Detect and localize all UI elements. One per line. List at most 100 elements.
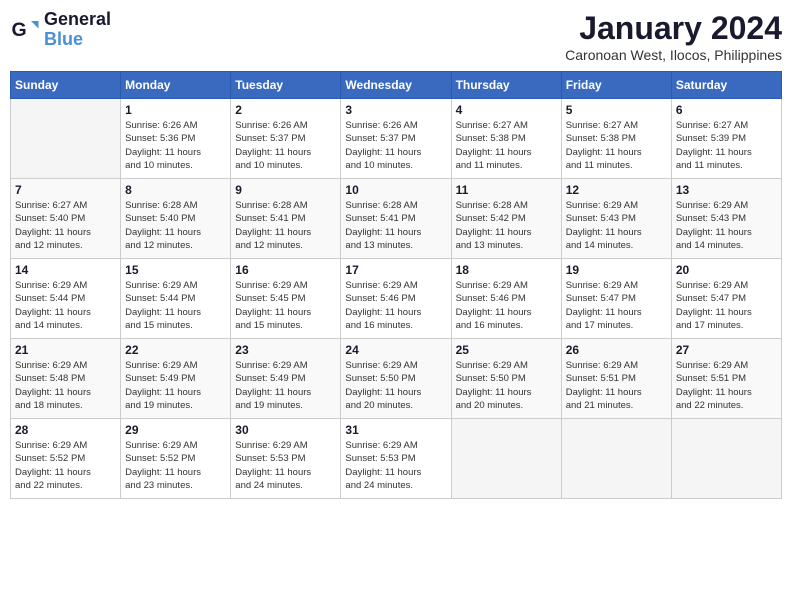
day-info: Sunrise: 6:29 AM Sunset: 5:47 PM Dayligh…	[566, 279, 667, 332]
calendar-day: 5Sunrise: 6:27 AM Sunset: 5:38 PM Daylig…	[561, 99, 671, 179]
calendar-day: 30 Sunrise: 6:29 AM Sunset: 5:53 PM Dayli…	[231, 419, 341, 499]
calendar-week-row: 7 Sunrise: 6:27 AM Sunset: 5:40 PM Daylig…	[11, 179, 782, 259]
day-number: 28	[15, 423, 116, 437]
calendar-day: 10Sunrise: 6:28 AM Sunset: 5:41 PM Dayli…	[341, 179, 451, 259]
header-row: SundayMondayTuesdayWednesdayThursdayFrid…	[11, 72, 782, 99]
calendar-day: 9Sunrise: 6:28 AM Sunset: 5:41 PM Daylig…	[231, 179, 341, 259]
calendar-day: 31 Sunrise: 6:29 AM Sunset: 5:53 PM Dayli…	[341, 419, 451, 499]
day-number: 23	[235, 343, 336, 357]
svg-text:G: G	[12, 19, 27, 41]
day-number: 19	[566, 263, 667, 277]
calendar-day	[671, 419, 781, 499]
calendar-day: 14Sunrise: 6:29 AM Sunset: 5:44 PM Dayli…	[11, 259, 121, 339]
calendar-day: 28 Sunrise: 6:29 AM Sunset: 5:52 PM Dayli…	[11, 419, 121, 499]
calendar-day: 23 Sunrise: 6:29 AM Sunset: 5:49 PM Dayli…	[231, 339, 341, 419]
calendar-day: 6 Sunrise: 6:27 AM Sunset: 5:39 PM Daylig…	[671, 99, 781, 179]
day-info: Sunrise: 6:27 AM Sunset: 5:40 PM Dayligh…	[15, 199, 116, 252]
day-info: Sunrise: 6:29 AM Sunset: 5:44 PM Dayligh…	[125, 279, 226, 332]
day-info: Sunrise: 6:28 AM Sunset: 5:41 PM Dayligh…	[345, 199, 446, 252]
calendar-week-row: 14Sunrise: 6:29 AM Sunset: 5:44 PM Dayli…	[11, 259, 782, 339]
day-number: 30	[235, 423, 336, 437]
header-day: Friday	[561, 72, 671, 99]
day-info: Sunrise: 6:29 AM Sunset: 5:53 PM Dayligh…	[345, 439, 446, 492]
day-info: Sunrise: 6:29 AM Sunset: 5:50 PM Dayligh…	[456, 359, 557, 412]
calendar-day: 25 Sunrise: 6:29 AM Sunset: 5:50 PM Dayli…	[451, 339, 561, 419]
month-title: January 2024	[565, 10, 782, 47]
calendar-day: 21Sunrise: 6:29 AM Sunset: 5:48 PM Dayli…	[11, 339, 121, 419]
day-info: Sunrise: 6:28 AM Sunset: 5:42 PM Dayligh…	[456, 199, 557, 252]
day-number: 4	[456, 103, 557, 117]
day-info: Sunrise: 6:29 AM Sunset: 5:49 PM Dayligh…	[125, 359, 226, 412]
header-day: Sunday	[11, 72, 121, 99]
logo-icon: G	[10, 15, 40, 45]
day-number: 17	[345, 263, 446, 277]
calendar-day: 16Sunrise: 6:29 AM Sunset: 5:45 PM Dayli…	[231, 259, 341, 339]
day-info: Sunrise: 6:27 AM Sunset: 5:38 PM Dayligh…	[566, 119, 667, 172]
calendar-day: 22 Sunrise: 6:29 AM Sunset: 5:49 PM Dayli…	[121, 339, 231, 419]
day-info: Sunrise: 6:29 AM Sunset: 5:51 PM Dayligh…	[566, 359, 667, 412]
day-number: 22	[125, 343, 226, 357]
calendar-day	[561, 419, 671, 499]
day-number: 31	[345, 423, 446, 437]
day-info: Sunrise: 6:29 AM Sunset: 5:43 PM Dayligh…	[676, 199, 777, 252]
header: G General Blue January 2024 Caronoan Wes…	[10, 10, 782, 63]
day-info: Sunrise: 6:29 AM Sunset: 5:47 PM Dayligh…	[676, 279, 777, 332]
day-number: 6	[676, 103, 777, 117]
logo: G General Blue	[10, 10, 111, 50]
day-number: 20	[676, 263, 777, 277]
calendar-day: 8 Sunrise: 6:28 AM Sunset: 5:40 PM Daylig…	[121, 179, 231, 259]
day-info: Sunrise: 6:29 AM Sunset: 5:48 PM Dayligh…	[15, 359, 116, 412]
subtitle: Caronoan West, Ilocos, Philippines	[565, 47, 782, 63]
day-number: 15	[125, 263, 226, 277]
day-number: 2	[235, 103, 336, 117]
calendar-day: 11Sunrise: 6:28 AM Sunset: 5:42 PM Dayli…	[451, 179, 561, 259]
day-info: Sunrise: 6:26 AM Sunset: 5:36 PM Dayligh…	[125, 119, 226, 172]
day-info: Sunrise: 6:29 AM Sunset: 5:44 PM Dayligh…	[15, 279, 116, 332]
day-number: 13	[676, 183, 777, 197]
title-area: January 2024 Caronoan West, Ilocos, Phil…	[565, 10, 782, 63]
day-number: 25	[456, 343, 557, 357]
day-info: Sunrise: 6:29 AM Sunset: 5:50 PM Dayligh…	[345, 359, 446, 412]
calendar-day: 3 Sunrise: 6:26 AM Sunset: 5:37 PM Daylig…	[341, 99, 451, 179]
day-number: 9	[235, 183, 336, 197]
calendar-day: 26 Sunrise: 6:29 AM Sunset: 5:51 PM Dayli…	[561, 339, 671, 419]
day-info: Sunrise: 6:26 AM Sunset: 5:37 PM Dayligh…	[235, 119, 336, 172]
calendar-header: SundayMondayTuesdayWednesdayThursdayFrid…	[11, 72, 782, 99]
header-day: Tuesday	[231, 72, 341, 99]
header-day: Monday	[121, 72, 231, 99]
calendar-day: 24 Sunrise: 6:29 AM Sunset: 5:50 PM Dayli…	[341, 339, 451, 419]
calendar-day: 7 Sunrise: 6:27 AM Sunset: 5:40 PM Daylig…	[11, 179, 121, 259]
logo-text: General Blue	[44, 10, 111, 50]
day-number: 7	[15, 183, 116, 197]
day-info: Sunrise: 6:27 AM Sunset: 5:38 PM Dayligh…	[456, 119, 557, 172]
day-info: Sunrise: 6:28 AM Sunset: 5:40 PM Dayligh…	[125, 199, 226, 252]
day-info: Sunrise: 6:26 AM Sunset: 5:37 PM Dayligh…	[345, 119, 446, 172]
day-number: 18	[456, 263, 557, 277]
header-day: Saturday	[671, 72, 781, 99]
day-info: Sunrise: 6:29 AM Sunset: 5:46 PM Dayligh…	[345, 279, 446, 332]
day-info: Sunrise: 6:29 AM Sunset: 5:53 PM Dayligh…	[235, 439, 336, 492]
day-info: Sunrise: 6:29 AM Sunset: 5:46 PM Dayligh…	[456, 279, 557, 332]
calendar-day: 15 Sunrise: 6:29 AM Sunset: 5:44 PM Dayli…	[121, 259, 231, 339]
day-number: 12	[566, 183, 667, 197]
calendar-day: 2 Sunrise: 6:26 AM Sunset: 5:37 PM Daylig…	[231, 99, 341, 179]
calendar-body: 1Sunrise: 6:26 AM Sunset: 5:36 PM Daylig…	[11, 99, 782, 499]
calendar-day: 20 Sunrise: 6:29 AM Sunset: 5:47 PM Dayli…	[671, 259, 781, 339]
day-info: Sunrise: 6:29 AM Sunset: 5:51 PM Dayligh…	[676, 359, 777, 412]
calendar-day: 27 Sunrise: 6:29 AM Sunset: 5:51 PM Dayli…	[671, 339, 781, 419]
calendar-day	[11, 99, 121, 179]
day-info: Sunrise: 6:29 AM Sunset: 5:45 PM Dayligh…	[235, 279, 336, 332]
calendar-day: 13 Sunrise: 6:29 AM Sunset: 5:43 PM Dayli…	[671, 179, 781, 259]
day-number: 27	[676, 343, 777, 357]
day-info: Sunrise: 6:29 AM Sunset: 5:52 PM Dayligh…	[125, 439, 226, 492]
calendar-week-row: 28 Sunrise: 6:29 AM Sunset: 5:52 PM Dayli…	[11, 419, 782, 499]
calendar-day: 19 Sunrise: 6:29 AM Sunset: 5:47 PM Dayli…	[561, 259, 671, 339]
day-number: 26	[566, 343, 667, 357]
day-info: Sunrise: 6:27 AM Sunset: 5:39 PM Dayligh…	[676, 119, 777, 172]
header-day: Wednesday	[341, 72, 451, 99]
day-number: 24	[345, 343, 446, 357]
day-info: Sunrise: 6:29 AM Sunset: 5:49 PM Dayligh…	[235, 359, 336, 412]
day-number: 3	[345, 103, 446, 117]
day-number: 8	[125, 183, 226, 197]
day-info: Sunrise: 6:29 AM Sunset: 5:52 PM Dayligh…	[15, 439, 116, 492]
